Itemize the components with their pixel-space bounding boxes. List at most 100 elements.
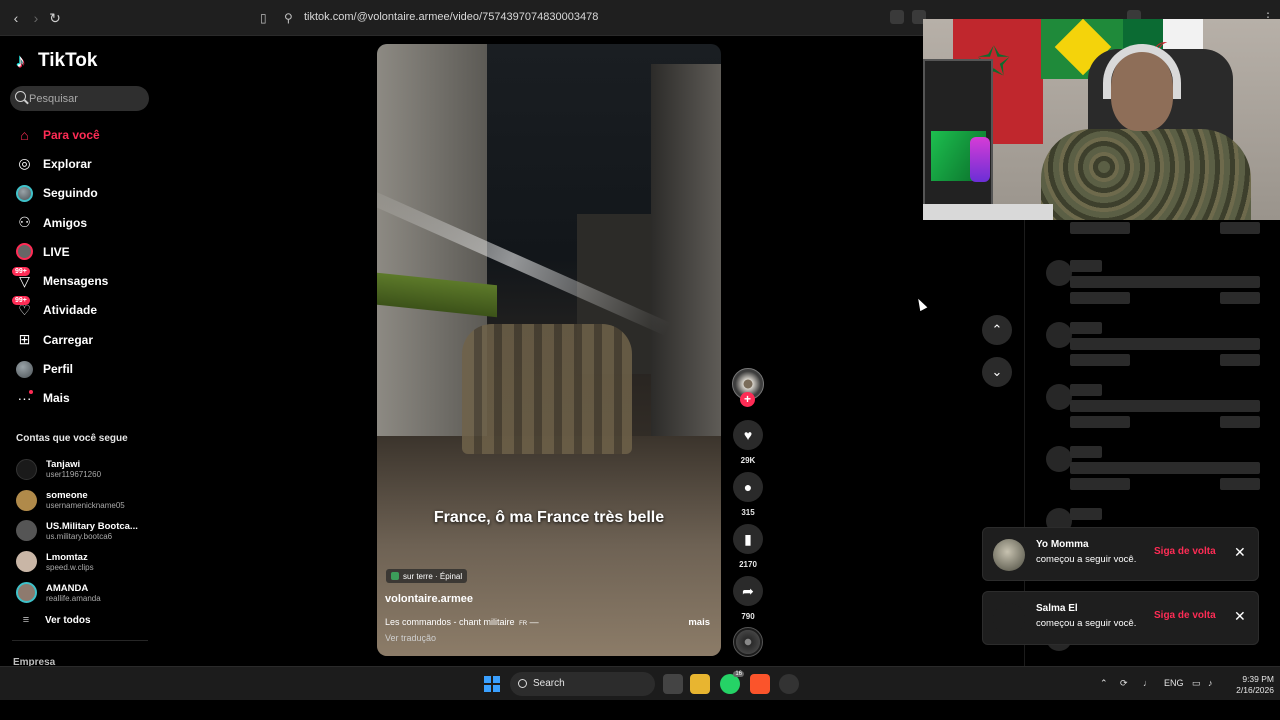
task-view-icon[interactable] <box>663 674 683 694</box>
extension-icon[interactable] <box>890 10 904 24</box>
language-indicator[interactable]: ENG <box>1164 678 1184 688</box>
bookmark-icon: ▮ <box>733 524 763 554</box>
skeleton-bar <box>1070 416 1130 428</box>
webcam-overlay <box>923 19 1280 220</box>
search-box[interactable] <box>10 86 149 111</box>
taskbar-search-label: Search <box>533 678 565 689</box>
list-icon: ≡ <box>22 614 30 626</box>
location-tag[interactable]: sur terre · Épinal <box>386 569 468 583</box>
tiktok-note-icon: ♪ <box>16 51 25 71</box>
following-item[interactable]: US.Military Bootca... us.military.bootca6 <box>16 516 156 547</box>
avatar <box>16 551 37 573</box>
file-explorer-icon[interactable] <box>690 674 710 694</box>
nav-label: LIVE <box>43 244 70 259</box>
compass-icon: ◎ <box>18 155 31 172</box>
nav-item-perfil[interactable]: Perfil <box>0 354 160 383</box>
close-icon[interactable]: ✕ <box>1234 544 1246 560</box>
following-username: user119671260 <box>46 470 102 480</box>
nav-label: Seguindo <box>43 186 98 201</box>
music-disc-icon[interactable] <box>733 627 763 657</box>
nav-item-atividade[interactable]: ♡ 99+ Atividade <box>0 295 160 325</box>
volume-icon[interactable]: ♪ <box>1208 678 1213 688</box>
like-button[interactable]: ♥ 29K <box>733 420 763 465</box>
nav-label: Carregar <box>43 332 94 347</box>
url-text[interactable]: tiktok.com/@volontaire.armee/video/75743… <box>304 11 598 23</box>
chevron-up-icon[interactable]: ⌃ <box>1100 678 1108 689</box>
search-icon <box>15 91 26 102</box>
sync-icon[interactable]: ⟳ <box>1120 678 1128 689</box>
windows-start-icon[interactable] <box>484 676 500 692</box>
site-info-icon[interactable]: ⚲ <box>284 11 293 25</box>
nav-item-explorar[interactable]: ◎ Explorar <box>0 149 160 178</box>
skeleton-avatar <box>1046 322 1072 348</box>
nav-item-live[interactable]: LIVE <box>0 237 160 266</box>
nav-item-carregar[interactable]: ⊞ Carregar <box>0 325 160 354</box>
skeleton-bar <box>1070 276 1260 288</box>
following-username: usernamenickname05 <box>46 501 125 511</box>
video-scene <box>462 324 632 454</box>
tiktok-logo[interactable]: ♪ TikTok <box>16 50 97 72</box>
following-item[interactable]: someone usernamenickname05 <box>16 485 156 516</box>
location-label: sur terre · Épinal <box>403 571 463 581</box>
share-count: 790 <box>741 612 755 621</box>
skeleton-bar <box>1220 416 1260 428</box>
following-item[interactable]: AMANDA reallife.amanda <box>16 577 156 608</box>
nav-item-amigos[interactable]: ⚇ Amigos <box>0 208 160 237</box>
next-video-button[interactable]: ⌄ <box>982 357 1012 387</box>
skeleton-bar <box>1220 222 1260 234</box>
following-item[interactable]: Lmomtaz speed.w.clips <box>16 546 156 577</box>
microphone-icon[interactable]: ♩ <box>1143 678 1152 688</box>
save-button[interactable]: ▮ 2170 <box>733 524 763 569</box>
skeleton-bar <box>1070 322 1102 334</box>
nav-item-para-voce[interactable]: ⌂ Para você <box>0 120 160 149</box>
comment-button[interactable]: ● 315 <box>733 472 763 517</box>
bottom-letterbox <box>0 700 1280 720</box>
nav-label: Explorar <box>43 156 92 171</box>
avatar <box>993 539 1025 571</box>
logo-text: TikTok <box>38 50 98 71</box>
taskbar-clock[interactable]: 9:39 PM 2/16/2026 <box>1224 674 1274 696</box>
back-icon[interactable]: ‹ <box>8 10 24 26</box>
skeleton-bar <box>1070 508 1102 520</box>
forward-icon[interactable]: › <box>28 10 44 26</box>
nav-item-mensagens[interactable]: ▽ 99+ Mensagens <box>0 266 160 295</box>
see-all-button[interactable]: ≡ Ver todos <box>16 614 91 626</box>
taskbar-search[interactable]: Search <box>510 672 655 696</box>
skeleton-bar <box>1070 338 1260 350</box>
upload-icon: ⊞ <box>18 331 31 348</box>
close-icon[interactable]: ✕ <box>1234 608 1246 624</box>
video-username[interactable]: volontaire.armee <box>385 593 473 605</box>
chevron-up-icon: ⌃ <box>991 322 1003 337</box>
search-input[interactable] <box>29 90 144 107</box>
brave-browser-icon[interactable] <box>750 674 770 694</box>
video-player[interactable]: France, ô ma France très belle sur terre… <box>377 44 721 656</box>
video-description: Les commandos - chant militaire FR — <box>385 617 539 627</box>
reload-icon[interactable]: ↻ <box>47 10 63 26</box>
share-button[interactable]: ➦ 790 <box>733 576 763 621</box>
sidebar: ♪ TikTok ⌂ Para você ◎ Explorar Seguindo… <box>0 36 160 668</box>
display-icon[interactable]: ▭ <box>1192 678 1201 689</box>
address-bar[interactable]: ▯ ⚲ tiktok.com/@volontaire.armee/video/7… <box>250 7 930 29</box>
search-icon <box>518 679 527 688</box>
nav-label: Amigos <box>43 215 88 230</box>
bookmark-icon[interactable]: ▯ <box>260 11 267 25</box>
obs-icon[interactable] <box>779 674 799 694</box>
following-item[interactable]: Tanjawi user119671260 <box>16 454 156 485</box>
nav-item-mais[interactable]: ··· Mais <box>0 384 160 413</box>
follow-back-button[interactable]: Siga de volta <box>1154 610 1216 621</box>
whatsapp-icon[interactable]: 16 <box>720 671 744 694</box>
comment-skeleton <box>1035 446 1271 498</box>
skeleton-bar <box>1070 400 1260 412</box>
following-section-title: Contas que você segue <box>16 433 128 444</box>
follow-plus-icon[interactable]: + <box>740 392 755 407</box>
notification-message: começou a seguir você. <box>1036 554 1137 565</box>
streamer-body <box>1041 129 1251 220</box>
more-button[interactable]: mais <box>688 617 710 628</box>
messages-badge: 99+ <box>12 266 30 276</box>
nav-item-seguindo[interactable]: Seguindo <box>0 179 160 208</box>
translate-link[interactable]: Ver tradução <box>385 633 436 643</box>
follow-back-button[interactable]: Siga de volta <box>1154 546 1216 557</box>
following-name: US.Military Bootca... <box>46 520 138 532</box>
description-dash: — <box>529 617 539 627</box>
previous-video-button[interactable]: ⌃ <box>982 315 1012 345</box>
